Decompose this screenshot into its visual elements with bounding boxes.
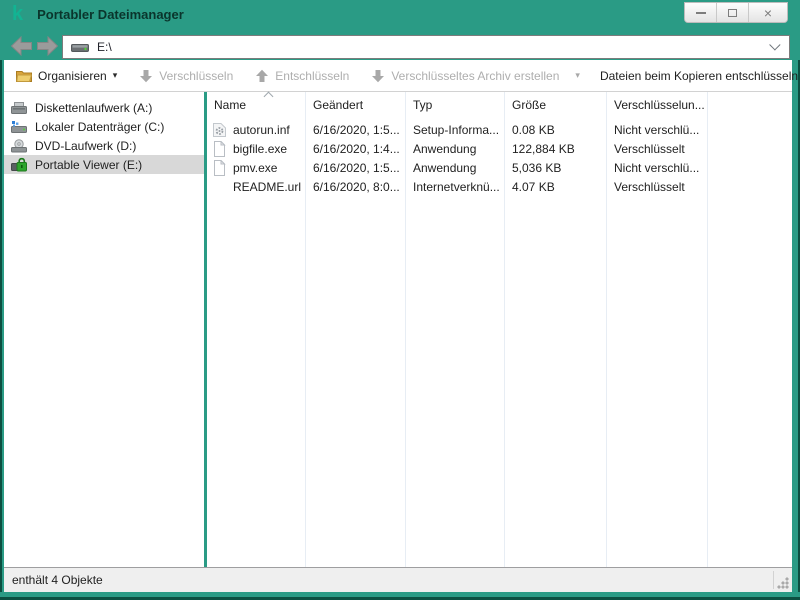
toolbar: Organisieren ▾ Verschlüsseln Entschlüsse…: [4, 60, 792, 92]
title-bar: k Portabler Dateimanager ×: [0, 0, 800, 28]
file-name: bigfile.exe: [233, 142, 287, 156]
back-button[interactable]: [10, 36, 33, 56]
decrypt-label: Entschlüsseln: [275, 69, 349, 83]
arrow-down-icon: [371, 69, 385, 83]
file-row-bigfile[interactable]: bigfile.exe 6/16/2020, 1:4... Anwendung …: [207, 139, 792, 158]
minimize-button[interactable]: [685, 3, 717, 22]
column-header-size[interactable]: Größe: [505, 98, 607, 112]
locked-drive-icon: [10, 157, 28, 172]
address-bar[interactable]: E:\: [62, 35, 790, 59]
file-encryption: Nicht verschlü...: [607, 161, 708, 175]
window-title: Portabler Dateimanager: [37, 7, 184, 22]
file-modified: 6/16/2020, 1:5...: [306, 123, 406, 137]
column-header-type[interactable]: Typ: [406, 98, 505, 112]
file-size: 122,884 KB: [505, 142, 607, 156]
drive-icon: [71, 42, 89, 53]
file-type: Setup-Informa...: [406, 123, 505, 137]
file-size: 4.07 KB: [505, 180, 607, 194]
sidebar-item-label: DVD-Laufwerk (D:): [35, 139, 136, 153]
file-size: 5,036 KB: [505, 161, 607, 175]
file-row-pmv[interactable]: pmv.exe 6/16/2020, 1:5... Anwendung 5,03…: [207, 158, 792, 177]
file-type: Internetverknü...: [406, 180, 505, 194]
arrow-down-icon: [139, 69, 153, 83]
file-name: README.url: [233, 180, 301, 194]
arrow-up-icon: [255, 69, 269, 83]
hard-drive-icon: [10, 120, 28, 134]
sidebar-item-drive-e[interactable]: Portable Viewer (E:): [4, 155, 204, 174]
caret-down-icon[interactable]: ▾: [575, 70, 580, 81]
decrypt-on-copy-label: Dateien beim Kopieren entschlüsseln: [600, 69, 798, 83]
dvd-drive-icon: [10, 139, 28, 153]
list-header: Name Geändert Typ Größe Verschlüsselun..…: [207, 92, 792, 118]
maximize-button[interactable]: [717, 3, 749, 22]
drive-sidebar: Diskettenlaufwerk (A:) Lokaler Datenträg…: [4, 92, 204, 567]
decrypt-on-copy-button[interactable]: Dateien beim Kopieren entschlüsseln: [596, 66, 800, 86]
create-encrypted-archive-label: Verschlüsseltes Archiv erstellen: [391, 69, 559, 83]
floppy-drive-icon: [10, 101, 28, 115]
file-list: Name Geändert Typ Größe Verschlüsselun..…: [207, 92, 792, 567]
column-header-name[interactable]: Name: [207, 98, 306, 112]
sidebar-item-label: Diskettenlaufwerk (A:): [35, 101, 152, 115]
column-header-modified[interactable]: Geändert: [306, 98, 406, 112]
file-encryption: Nicht verschlü...: [607, 123, 708, 137]
maximize-icon: [728, 9, 737, 17]
sidebar-item-label: Portable Viewer (E:): [35, 158, 142, 172]
sidebar-item-label: Lokaler Datenträger (C:): [35, 120, 164, 134]
file-row-readme[interactable]: README.url 6/16/2020, 8:0... Internetver…: [207, 177, 792, 196]
blank-icon: [212, 179, 227, 195]
file-type: Anwendung: [406, 142, 505, 156]
forward-button[interactable]: [36, 36, 59, 56]
window-bottom-border: [0, 592, 800, 600]
close-icon: ×: [764, 6, 772, 20]
file-modified: 6/16/2020, 1:4...: [306, 142, 406, 156]
status-bar: enthält 4 Objekte: [4, 568, 792, 592]
sidebar-item-drive-c[interactable]: Lokaler Datenträger (C:): [4, 117, 204, 136]
minimize-icon: [696, 12, 706, 14]
file-row-autorun[interactable]: autorun.inf 6/16/2020, 1:5... Setup-Info…: [207, 120, 792, 139]
file-type: Anwendung: [406, 161, 505, 175]
file-icon: [212, 160, 227, 176]
file-modified: 6/16/2020, 1:5...: [306, 161, 406, 175]
chevron-down-icon[interactable]: [769, 39, 780, 50]
setup-file-icon: [212, 122, 227, 138]
navigation-bar: E:\: [0, 28, 800, 60]
organize-button[interactable]: Organisieren ▾: [12, 66, 121, 86]
folder-icon: [16, 69, 32, 82]
organize-label: Organisieren: [38, 69, 107, 83]
caret-down-icon: ▾: [113, 70, 118, 81]
address-text: E:\: [97, 40, 112, 54]
kaspersky-logo-icon: k: [12, 4, 23, 24]
file-name: autorun.inf: [233, 123, 290, 137]
column-header-encryption[interactable]: Verschlüsselun...: [607, 98, 708, 112]
sidebar-item-drive-d[interactable]: DVD-Laufwerk (D:): [4, 136, 204, 155]
file-size: 0.08 KB: [505, 123, 607, 137]
file-modified: 6/16/2020, 8:0...: [306, 180, 406, 194]
status-separator: [773, 571, 774, 589]
encrypt-label: Verschlüsseln: [159, 69, 233, 83]
status-text: enthält 4 Objekte: [12, 573, 103, 587]
window-controls: ×: [684, 2, 788, 23]
window: k Portabler Dateimanager × E:\: [0, 0, 800, 600]
create-encrypted-archive-button[interactable]: Verschlüsseltes Archiv erstellen ▾: [367, 66, 584, 86]
file-name: pmv.exe: [233, 161, 277, 175]
sidebar-item-drive-a[interactable]: Diskettenlaufwerk (A:): [4, 98, 204, 117]
file-icon: [212, 141, 227, 157]
resize-grip-icon[interactable]: [777, 577, 789, 589]
encrypt-button[interactable]: Verschlüsseln: [135, 66, 237, 86]
file-encryption: Verschlüsselt: [607, 142, 708, 156]
file-encryption: Verschlüsselt: [607, 180, 708, 194]
decrypt-button[interactable]: Entschlüsseln: [251, 66, 353, 86]
close-button[interactable]: ×: [749, 3, 787, 22]
file-rows: autorun.inf 6/16/2020, 1:5... Setup-Info…: [207, 120, 792, 196]
